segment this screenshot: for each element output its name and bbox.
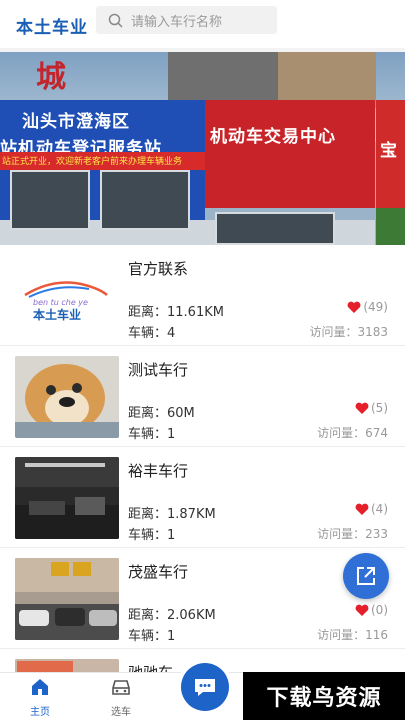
dealer-like-count: (5) [371, 401, 388, 415]
banner-blue-text-1: 汕头市澄海区 [22, 112, 130, 132]
dealer-distance: 距离：11.61KM [128, 305, 224, 320]
dealer-photo [15, 558, 119, 640]
dealer-list: ben tu che ye 本土车业 官方联系 距离：11.61KM 车辆：4 … [0, 245, 405, 720]
banner-red-sign [205, 100, 375, 208]
app-logo: 本土车业 [16, 18, 88, 38]
dealer-distance: 距离：2.06KM [128, 608, 216, 623]
dealer-visits: 访问量：3183 [309, 325, 388, 339]
dealer-distance: 距离：60M [128, 406, 195, 421]
banner-image[interactable]: 城 汕头市澄海区 站机动车登记服务站 站正式开业，欢迎新老客户前来办理车辆业务 … [0, 52, 405, 245]
search-input[interactable]: 请输入车行名称 [96, 6, 277, 34]
dealer-likes[interactable]: (4) [355, 502, 388, 516]
share-icon [357, 567, 375, 585]
tab-car-label: 选车 [111, 707, 131, 718]
banner-strip-text: 站正式开业，欢迎新老客户前来办理车辆业务 [2, 157, 183, 167]
dealer-photo [15, 457, 119, 539]
dealer-like-count: (4) [371, 502, 388, 516]
banner-plant [376, 208, 405, 245]
dealer-name: 官方联系 [128, 260, 189, 278]
dealer-visits: 访问量：233 [317, 527, 388, 541]
tab-home-label: 主页 [30, 707, 50, 718]
dealer-name: 茂盛车行 [128, 563, 189, 581]
dealer-likes[interactable]: (0) [355, 603, 388, 617]
banner-window [10, 170, 90, 230]
car-icon [112, 680, 130, 695]
dealer-likes[interactable]: (49) [347, 300, 388, 314]
dealer-item[interactable]: 测试车行 距离：60M 车辆：1 (5) 访问量：674 [0, 346, 405, 447]
banner-red-text: 机动车交易中心 [210, 127, 336, 147]
dealer-name: 裕丰车行 [128, 462, 189, 480]
dealer-item[interactable]: ben tu che ye 本土车业 官方联系 距离：11.61KM 车辆：4 … [0, 245, 405, 346]
chat-icon [195, 679, 215, 696]
banner-top-sign: 城 [36, 60, 66, 95]
logo-big-text: 本土车业 [33, 307, 81, 322]
dealer-car-count: 车辆：4 [128, 326, 176, 341]
dealer-visits: 访问量：116 [317, 628, 388, 642]
dealer-car-count: 车辆：1 [128, 427, 176, 442]
dealer-like-count: (49) [363, 300, 388, 314]
dealer-like-count: (0) [371, 603, 388, 617]
banner-window [100, 170, 190, 230]
tab-select-car[interactable]: 选车 [91, 677, 151, 718]
chat-button[interactable] [181, 663, 229, 711]
dealer-photo [15, 356, 119, 438]
watermark: 下载鸟资源 [243, 672, 405, 720]
search-icon [108, 13, 123, 28]
dealer-item[interactable]: 茂盛车行 距离：2.06KM 车辆：1 (0) 访问量：116 [0, 548, 405, 649]
dealer-likes[interactable]: (5) [355, 401, 388, 415]
tab-home[interactable]: 主页 [10, 677, 70, 718]
heart-icon [347, 301, 361, 313]
dealer-car-count: 车辆：1 [128, 528, 176, 543]
logo-small-text: ben tu che ye [33, 298, 88, 307]
home-icon [32, 679, 48, 695]
top-header: 本土车业 请输入车行名称 [0, 0, 405, 48]
dealer-visits: 访问量：674 [317, 426, 388, 440]
search-placeholder: 请输入车行名称 [131, 14, 223, 30]
dealer-item[interactable]: 裕丰车行 距离：1.87KM 车辆：1 (4) 访问量：233 [0, 447, 405, 548]
dealer-logo-image: ben tu che ye 本土车业 [15, 255, 119, 337]
heart-icon [355, 604, 369, 616]
heart-icon [355, 503, 369, 515]
banner-window [215, 212, 335, 245]
banner-right-text: 宝 [380, 141, 397, 161]
heart-icon [355, 402, 369, 414]
dealer-distance: 距离：1.87KM [128, 507, 216, 522]
dealer-name: 测试车行 [128, 361, 189, 379]
dealer-car-count: 车辆：1 [128, 629, 176, 644]
share-button[interactable] [343, 553, 389, 599]
